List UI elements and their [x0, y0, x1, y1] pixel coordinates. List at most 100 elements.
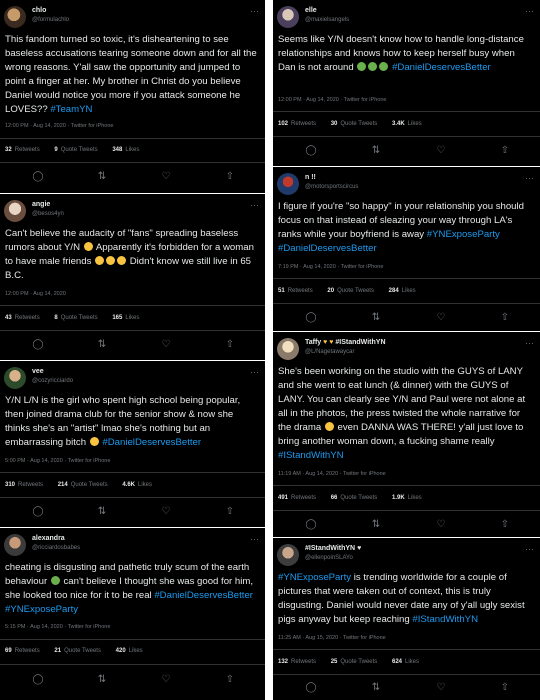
- heart-icon[interactable]: ♡: [431, 145, 451, 156]
- display-name[interactable]: Taffy ♥ ♥ #IStandWithYN: [305, 339, 386, 346]
- reply-icon[interactable]: ◯: [28, 339, 48, 350]
- retweet-count[interactable]: 51 Retweets: [278, 288, 313, 294]
- retweet-count[interactable]: 310 Retweets: [5, 482, 43, 488]
- retweet-icon[interactable]: ⇅: [92, 674, 112, 685]
- heart-icon[interactable]: ♡: [156, 339, 176, 350]
- retweet-count[interactable]: 32 Retweets: [5, 147, 40, 153]
- avatar[interactable]: [4, 367, 26, 389]
- share-icon[interactable]: ⇧: [495, 145, 515, 156]
- reply-icon[interactable]: ◯: [301, 312, 321, 323]
- heart-icon[interactable]: ♡: [431, 519, 451, 530]
- quote-count[interactable]: 25 Quote Tweets: [331, 659, 378, 665]
- avatar[interactable]: [4, 200, 26, 222]
- share-icon[interactable]: ⇧: [495, 312, 515, 323]
- username[interactable]: @motorsportscircus: [305, 184, 358, 190]
- tweet-timestamp[interactable]: 12:00 PM · Aug 14, 2020: [5, 291, 66, 297]
- username[interactable]: @ellenpoinSLAYo: [305, 555, 353, 561]
- retweet-icon[interactable]: ⇅: [366, 312, 386, 323]
- like-count[interactable]: 348 Likes: [112, 147, 139, 153]
- tweet-timestamp[interactable]: 12:00 PM · Aug 14, 2020 · Twitter for iP…: [278, 97, 386, 103]
- tweet-timestamp[interactable]: 11:19 AM · Aug 14, 2020 · Twitter for iP…: [278, 471, 386, 477]
- reply-icon[interactable]: ◯: [28, 506, 48, 517]
- display-name[interactable]: alexandra: [32, 535, 65, 542]
- tweet-card[interactable]: elle @maxielsangels ··· Seems like Y/N d…: [273, 0, 540, 166]
- display-name[interactable]: #IStandWithYN ♥: [305, 545, 361, 552]
- like-count[interactable]: 3.4K Likes: [392, 121, 422, 127]
- retweet-icon[interactable]: ⇅: [366, 145, 386, 156]
- like-count[interactable]: 1.9K Likes: [392, 495, 422, 501]
- username[interactable]: @L/Nagetawaycar: [305, 349, 354, 355]
- heart-icon[interactable]: ♡: [431, 682, 451, 693]
- retweet-icon[interactable]: ⇅: [92, 339, 112, 350]
- quote-count[interactable]: 20 Quote Tweets: [327, 288, 374, 294]
- hashtag-link[interactable]: #IStandWithYN: [412, 614, 478, 625]
- more-icon[interactable]: ···: [525, 173, 534, 183]
- retweet-icon[interactable]: ⇅: [366, 519, 386, 530]
- quote-count[interactable]: 66 Quote Tweets: [331, 495, 378, 501]
- display-name[interactable]: angie: [32, 201, 50, 208]
- display-name[interactable]: n !!: [305, 174, 316, 181]
- tweet-timestamp[interactable]: 11:25 AM · Aug 15, 2020 · Twitter for iP…: [278, 635, 386, 641]
- heart-icon[interactable]: ♡: [156, 506, 176, 517]
- avatar[interactable]: [4, 534, 26, 556]
- hashtag-link[interactable]: #IStandWithYN: [278, 450, 344, 461]
- like-count[interactable]: 624 Likes: [392, 659, 419, 665]
- tweet-card[interactable]: angie @besos4yn ··· Can't believe the au…: [0, 194, 265, 360]
- username[interactable]: @ricciardosbabes: [32, 545, 80, 551]
- more-icon[interactable]: ···: [525, 544, 534, 554]
- hashtag-link[interactable]: #YNExposeParty: [278, 572, 351, 583]
- tweet-card[interactable]: vee @cozyricciardo ··· Y/N L/N is the gi…: [0, 361, 265, 527]
- reply-icon[interactable]: ◯: [28, 674, 48, 685]
- reply-icon[interactable]: ◯: [301, 682, 321, 693]
- reply-icon[interactable]: ◯: [28, 171, 48, 182]
- quote-count[interactable]: 9 Quote Tweets: [54, 147, 97, 153]
- like-count[interactable]: 420 Likes: [116, 648, 143, 654]
- username[interactable]: @formulachlo: [32, 17, 69, 23]
- more-icon[interactable]: ···: [525, 338, 534, 348]
- avatar[interactable]: [277, 338, 299, 360]
- hashtag-link[interactable]: #DanielDeservesBetter: [102, 437, 201, 448]
- tweet-timestamp[interactable]: 7:19 PM · Aug 14, 2020 · Twitter for iPh…: [278, 264, 383, 270]
- like-count[interactable]: 4.6K Likes: [122, 482, 152, 488]
- retweet-count[interactable]: 132 Retweets: [278, 659, 316, 665]
- username[interactable]: @maxielsangels: [305, 17, 349, 23]
- share-icon[interactable]: ⇧: [220, 171, 240, 182]
- tweet-timestamp[interactable]: 5:00 PM · Aug 14, 2020 · Twitter for iPh…: [5, 458, 110, 464]
- retweet-count[interactable]: 102 Retweets: [278, 121, 316, 127]
- share-icon[interactable]: ⇧: [220, 506, 240, 517]
- tweet-card[interactable]: chlo @formulachlo ··· This fandom turned…: [0, 0, 265, 193]
- avatar[interactable]: [4, 6, 26, 28]
- display-name[interactable]: chlo: [32, 7, 46, 14]
- heart-icon[interactable]: ♡: [156, 171, 176, 182]
- display-name[interactable]: vee: [32, 368, 44, 375]
- username[interactable]: @cozyricciardo: [32, 378, 73, 384]
- share-icon[interactable]: ⇧: [220, 339, 240, 350]
- heart-icon[interactable]: ♡: [431, 312, 451, 323]
- share-icon[interactable]: ⇧: [495, 682, 515, 693]
- tweet-card[interactable]: Taffy ♥ ♥ #IStandWithYN @L/Nagetawaycar …: [273, 332, 540, 537]
- quote-count[interactable]: 21 Quote Tweets: [54, 648, 101, 654]
- more-icon[interactable]: ···: [525, 6, 534, 16]
- retweet-count[interactable]: 491 Retweets: [278, 495, 316, 501]
- retweet-count[interactable]: 43 Retweets: [5, 315, 40, 321]
- retweet-count[interactable]: 69 Retweets: [5, 648, 40, 654]
- avatar[interactable]: [277, 544, 299, 566]
- hashtag-link[interactable]: #TeamYN: [50, 104, 92, 115]
- tweet-card[interactable]: n !! @motorsportscircus ··· I figure if …: [273, 167, 540, 331]
- hashtag-link[interactable]: #DanielDeservesBetter: [392, 62, 491, 73]
- tweet-timestamp[interactable]: 5:15 PM · Aug 14, 2020 · Twitter for iPh…: [5, 624, 110, 630]
- reply-icon[interactable]: ◯: [301, 519, 321, 530]
- reply-icon[interactable]: ◯: [301, 145, 321, 156]
- username[interactable]: @besos4yn: [32, 211, 64, 217]
- tweet-timestamp[interactable]: 12:00 PM · Aug 14, 2020 · Twitter for iP…: [5, 123, 113, 129]
- retweet-icon[interactable]: ⇅: [92, 171, 112, 182]
- quote-count[interactable]: 8 Quote Tweets: [54, 315, 97, 321]
- display-name[interactable]: elle: [305, 7, 317, 14]
- like-count[interactable]: 284 Likes: [389, 288, 416, 294]
- quote-count[interactable]: 214 Quote Tweets: [58, 482, 108, 488]
- retweet-icon[interactable]: ⇅: [92, 506, 112, 517]
- heart-icon[interactable]: ♡: [156, 674, 176, 685]
- avatar[interactable]: [277, 173, 299, 195]
- share-icon[interactable]: ⇧: [495, 519, 515, 530]
- quote-count[interactable]: 30 Quote Tweets: [331, 121, 378, 127]
